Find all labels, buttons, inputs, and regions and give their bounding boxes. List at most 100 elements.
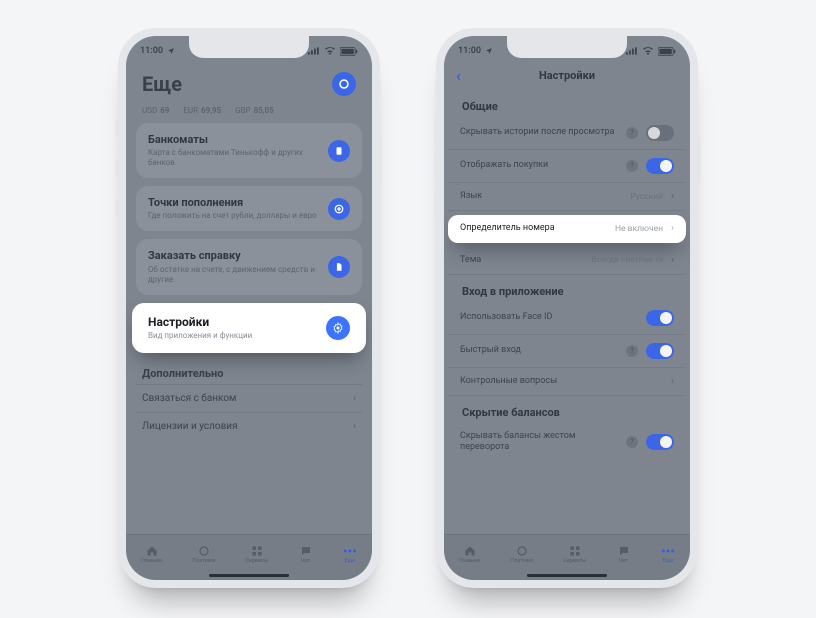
row-show-purchases[interactable]: Отображать покупки ? bbox=[448, 150, 686, 183]
services-icon bbox=[251, 545, 263, 557]
signal-icon bbox=[308, 47, 320, 55]
card-title: Банкоматы bbox=[148, 133, 318, 146]
phone-mock-right: 11:00 ‹ Настройки Общие Скрывать истории… bbox=[436, 28, 698, 588]
card-topup[interactable]: Точки пополнения Где положить на счет ру… bbox=[136, 186, 362, 231]
row-caller-id[interactable]: Определитель номера Не включен › bbox=[448, 215, 686, 242]
tab-label: Чат bbox=[301, 558, 310, 564]
home-indicator[interactable] bbox=[209, 574, 289, 577]
card-subtitle: Вид приложения и функции bbox=[148, 331, 316, 341]
row-label: Скрывать истории после просмотра bbox=[460, 127, 618, 138]
row-value: Не включен bbox=[615, 224, 663, 234]
row-faceid[interactable]: Использовать Face ID bbox=[448, 302, 686, 335]
more-icon bbox=[661, 546, 675, 556]
card-atm[interactable]: Банкоматы Карта с банкоматами Тинькофф и… bbox=[136, 123, 362, 178]
tab-services[interactable]: Сервисы bbox=[245, 545, 268, 564]
toggle-quick-login[interactable] bbox=[646, 343, 674, 359]
toggle-hide-balances[interactable] bbox=[646, 434, 674, 450]
chevron-right-icon: › bbox=[353, 393, 356, 404]
row-quick-login[interactable]: Быстрый вход ? bbox=[448, 335, 686, 368]
payments-icon bbox=[198, 545, 210, 557]
row-label: Тема bbox=[460, 255, 583, 266]
notch bbox=[507, 36, 627, 58]
tab-chat[interactable]: Чат bbox=[299, 545, 313, 564]
toggle-hide-stories[interactable] bbox=[646, 125, 674, 141]
group-title-general: Общие bbox=[448, 90, 686, 117]
row-value: Русский bbox=[630, 192, 663, 202]
row-contact-bank[interactable]: Связаться с банком › bbox=[136, 384, 362, 412]
services-icon bbox=[569, 545, 581, 557]
tab-label: Еще bbox=[663, 558, 674, 564]
tab-home[interactable]: Главная bbox=[141, 545, 162, 564]
card-settings[interactable]: Настройки Вид приложения и функции bbox=[132, 303, 366, 353]
nav-bar: ‹ Настройки bbox=[444, 60, 690, 90]
tab-payments[interactable]: Платежи bbox=[510, 545, 533, 564]
row-label: Отображать покупки bbox=[460, 160, 618, 171]
home-icon bbox=[464, 545, 476, 557]
ring-icon bbox=[338, 78, 350, 90]
screen-more: 11:00 Еще USD69 EUR69,95 bbox=[126, 36, 372, 580]
status-time: 11:00 bbox=[140, 46, 163, 56]
location-icon bbox=[485, 47, 493, 55]
tab-chat[interactable]: Чат bbox=[617, 545, 631, 564]
row-label: Контрольные вопросы bbox=[460, 376, 663, 387]
battery-icon bbox=[658, 47, 676, 56]
rate-value: 69,95 bbox=[201, 106, 221, 115]
group-title-login: Вход в приложение bbox=[448, 275, 686, 302]
rate-code: GBP bbox=[235, 106, 250, 115]
back-button[interactable]: ‹ bbox=[456, 66, 461, 85]
row-label: Использовать Face ID bbox=[460, 312, 638, 323]
row-language[interactable]: Язык Русский › bbox=[448, 183, 686, 211]
rate-code: EUR bbox=[183, 106, 198, 115]
rate-value: 85,05 bbox=[254, 106, 274, 115]
chevron-right-icon: › bbox=[671, 255, 674, 266]
wifi-icon bbox=[642, 47, 654, 55]
group-title-balances: Скрытие балансов bbox=[448, 396, 686, 423]
tab-more[interactable]: Еще bbox=[343, 545, 357, 564]
row-licenses[interactable]: Лицензии и условия › bbox=[136, 412, 362, 440]
row-theme[interactable]: Тема Всегда светлая те › bbox=[448, 247, 686, 275]
card-title: Настройки bbox=[148, 315, 316, 329]
tab-label: Платежи bbox=[510, 558, 533, 564]
tab-label: Платежи bbox=[192, 558, 215, 564]
home-icon bbox=[146, 545, 158, 557]
tab-label: Главная bbox=[141, 558, 162, 564]
phone-mock-left: 11:00 Еще USD69 EUR69,95 bbox=[118, 28, 380, 588]
tab-label: Еще bbox=[345, 558, 356, 564]
currency-rates[interactable]: USD69 EUR69,95 GBP85,05 bbox=[136, 102, 362, 123]
card-subtitle: Об остатке на счете, с движением средств… bbox=[148, 265, 318, 285]
card-certificate[interactable]: Заказать справку Об остатке на счете, с … bbox=[136, 239, 362, 294]
toggle-show-purchases[interactable] bbox=[646, 158, 674, 174]
tab-more[interactable]: Еще bbox=[661, 545, 675, 564]
help-icon[interactable]: ? bbox=[626, 436, 638, 448]
extra-section-title: Дополнительно bbox=[136, 361, 362, 384]
tab-services[interactable]: Сервисы bbox=[563, 545, 586, 564]
help-icon[interactable]: ? bbox=[626, 345, 638, 357]
row-label: Быстрый вход bbox=[460, 345, 618, 356]
help-icon[interactable]: ? bbox=[626, 160, 638, 172]
status-time: 11:00 bbox=[458, 46, 481, 56]
more-header: Еще bbox=[136, 60, 362, 102]
chevron-right-icon: › bbox=[671, 376, 674, 387]
card-subtitle: Где положить на счет рубли, доллары и ев… bbox=[148, 211, 318, 221]
payments-icon bbox=[516, 545, 528, 557]
row-hide-balances-flip[interactable]: Скрывать балансы жестом переворота ? bbox=[448, 423, 686, 462]
chat-icon bbox=[300, 545, 312, 557]
document-icon bbox=[328, 256, 350, 278]
toggle-faceid[interactable] bbox=[646, 310, 674, 326]
row-label: Лицензии и условия bbox=[142, 421, 238, 432]
row-hide-stories[interactable]: Скрывать истории после просмотра ? bbox=[448, 117, 686, 150]
card-title: Заказать справку bbox=[148, 249, 318, 262]
nav-title: Настройки bbox=[539, 69, 595, 82]
tab-label: Главная bbox=[459, 558, 480, 564]
location-icon bbox=[167, 47, 175, 55]
home-indicator[interactable] bbox=[527, 574, 607, 577]
tab-label: Сервисы bbox=[245, 558, 268, 564]
profile-button[interactable] bbox=[332, 72, 356, 96]
chevron-right-icon: › bbox=[353, 421, 356, 432]
row-security-questions[interactable]: Контрольные вопросы › bbox=[448, 368, 686, 396]
battery-icon bbox=[340, 47, 358, 56]
tab-home[interactable]: Главная bbox=[459, 545, 480, 564]
tab-payments[interactable]: Платежи bbox=[192, 545, 215, 564]
help-icon[interactable]: ? bbox=[626, 127, 638, 139]
chevron-right-icon: › bbox=[671, 223, 674, 234]
